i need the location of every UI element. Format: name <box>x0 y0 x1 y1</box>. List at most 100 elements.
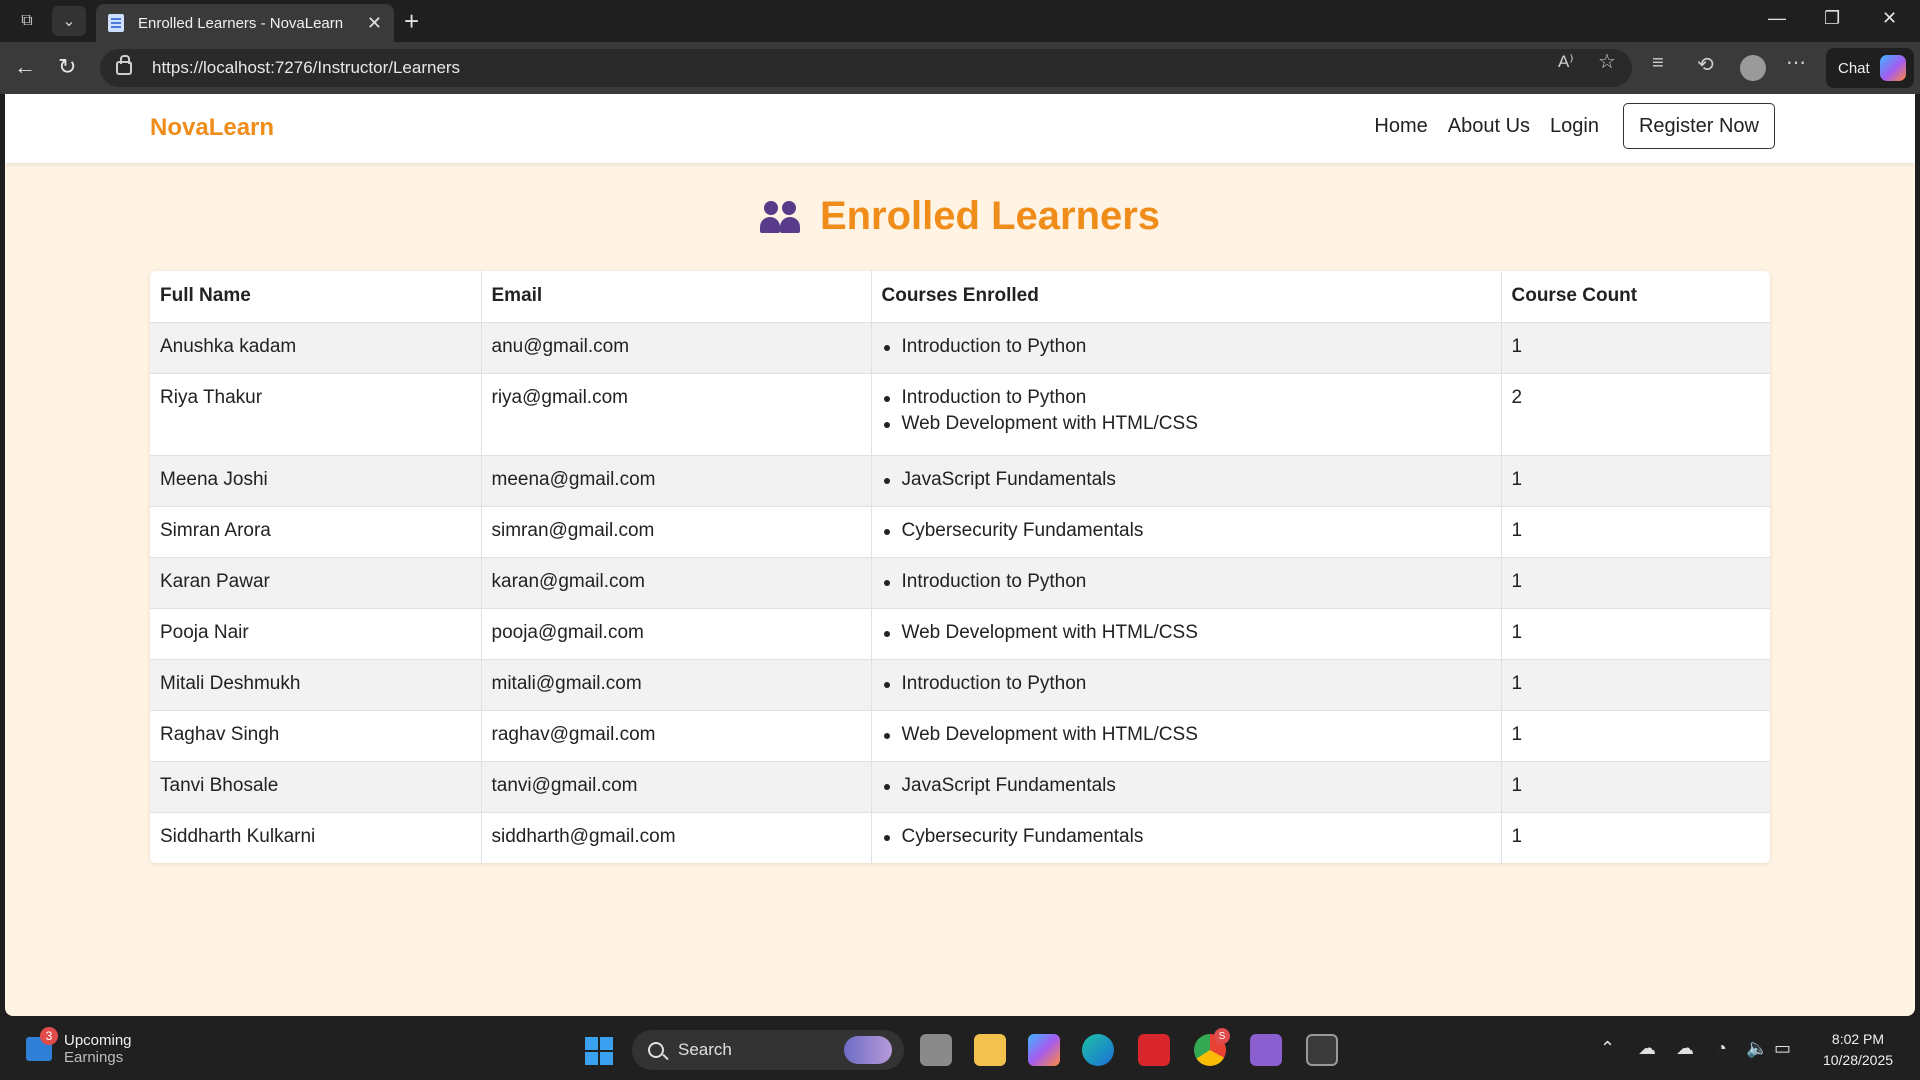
learner-courses-cell: Web Development with HTML/CSS <box>870 607 1501 659</box>
read-aloud-icon[interactable]: A⁾ <box>1558 52 1574 72</box>
learner-email-cell: simran@gmail.com <box>480 505 871 557</box>
clock-time: 8:02 PM <box>1831 1031 1885 1047</box>
window-close-icon[interactable]: ✕ <box>1882 8 1897 29</box>
profile-avatar[interactable] <box>1740 55 1766 81</box>
course-list-item: Introduction to Python <box>882 332 1491 362</box>
learner-email-cell: raghav@gmail.com <box>480 709 871 761</box>
tab-title: Enrolled Learners - NovaLearn <box>138 14 344 32</box>
table-row: Siddharth Kulkarni siddharth@gmail.com Cyb… <box>150 811 1770 863</box>
wps-office-icon[interactable] <box>1138 1034 1170 1066</box>
course-count-cell: 1 <box>1500 454 1770 506</box>
edge-icon[interactable] <box>1082 1034 1114 1066</box>
address-toolbar: ← ↻ https://localhost:7276/Instructor/Le… <box>0 42 1920 94</box>
copilot-icon <box>1879 55 1906 81</box>
workspaces-icon[interactable]: ⧉ <box>10 6 44 36</box>
table-row: Mitali Deshmukh mitali@gmail.com Introduct… <box>150 658 1770 710</box>
favorite-star-icon[interactable]: ☆ <box>1598 49 1616 74</box>
course-count-cell: 1 <box>1500 709 1770 761</box>
battery-icon[interactable]: ▭ <box>1774 1038 1791 1059</box>
widget-badge: 3 <box>40 1027 58 1045</box>
widget-title: Upcoming <box>64 1032 132 1049</box>
search-label: Search <box>678 1040 732 1059</box>
table-row: Karan Pawar karan@gmail.com Introduction t… <box>150 556 1770 608</box>
back-icon[interactable]: ← <box>14 54 36 80</box>
copilot-app-icon[interactable] <box>1028 1034 1060 1066</box>
file-explorer-icon[interactable] <box>974 1034 1006 1066</box>
learner-name-cell: Riya Thakur <box>150 372 481 455</box>
favorites-icon[interactable]: ≡ <box>1652 52 1664 75</box>
address-input[interactable]: https://localhost:7276/Instructor/Learne… <box>100 49 1632 87</box>
tab-list-chevron-icon[interactable]: ⌄ <box>52 6 86 36</box>
more-options-icon[interactable]: ⋯ <box>1786 50 1806 75</box>
refresh-icon[interactable]: ↻ <box>58 54 76 80</box>
course-list: Web Development with HTML/CSS <box>882 618 1491 648</box>
learners-table-container: Full Name Email Courses Enrolled Course … <box>150 271 1770 863</box>
widgets-button[interactable]: 3 Upcoming Earnings <box>26 1027 132 1066</box>
chart-widget-icon: 3 <box>26 1027 58 1061</box>
browser-tab-bar: ⧉ ⌄ Enrolled Learners - NovaLearn ✕ + — … <box>0 0 1920 42</box>
volume-icon[interactable]: 🔈 <box>1746 1038 1768 1059</box>
nav-home[interactable]: Home <box>1374 115 1427 138</box>
new-tab-icon[interactable]: + <box>404 8 419 34</box>
cloud-sync-icon[interactable]: ☁ <box>1676 1038 1694 1059</box>
course-count-cell: 1 <box>1500 760 1770 812</box>
course-list: Cybersecurity Fundamentals <box>882 822 1491 852</box>
chrome-profile-badge: S <box>1214 1028 1230 1044</box>
taskbar-search[interactable]: Search <box>632 1030 904 1070</box>
chrome-icon[interactable]: S <box>1194 1028 1230 1066</box>
copilot-chat-button[interactable]: Chat <box>1826 48 1914 88</box>
course-count-cell: 1 <box>1500 658 1770 710</box>
nav-login[interactable]: Login <box>1550 115 1599 138</box>
history-icon[interactable]: ⟲ <box>1697 52 1714 77</box>
learner-courses-cell: JavaScript Fundamentals <box>870 760 1501 812</box>
search-icon <box>648 1042 664 1058</box>
course-list-item: Web Development with HTML/CSS <box>882 409 1491 439</box>
table-row: Meena Joshi meena@gmail.com JavaScript Fun… <box>150 454 1770 506</box>
wifi-icon[interactable]: ◔ <box>1716 1038 1727 1059</box>
close-tab-icon[interactable]: ✕ <box>367 13 382 34</box>
terminal-icon[interactable] <box>1306 1034 1338 1066</box>
page-title: Enrolled Learners <box>819 194 1161 238</box>
system-clock[interactable]: 8:02 PM 10/28/2025 <box>1816 1029 1900 1071</box>
course-list-item: Cybersecurity Fundamentals <box>882 516 1491 546</box>
lock-icon[interactable] <box>116 55 132 75</box>
restore-icon[interactable]: ❐ <box>1824 8 1840 29</box>
minimize-icon[interactable]: — <box>1768 8 1786 29</box>
learner-email-cell: riya@gmail.com <box>480 372 871 455</box>
learner-courses-cell: Web Development with HTML/CSS <box>870 709 1501 761</box>
learner-name-cell: Anushka kadam <box>150 321 481 373</box>
start-windows-icon[interactable] <box>585 1037 613 1065</box>
course-list: Introduction to Python <box>882 332 1491 362</box>
url-text: https://localhost:7276/Instructor/Learne… <box>152 58 461 77</box>
widget-subtitle: Earnings <box>64 1049 124 1066</box>
course-list-item: Introduction to Python <box>882 567 1491 597</box>
table-row: Raghav Singh raghav@gmail.com Web Developm… <box>150 709 1770 761</box>
onedrive-icon[interactable]: ☁ <box>1638 1038 1656 1059</box>
visual-studio-icon[interactable] <box>1250 1034 1282 1066</box>
course-list-item: Web Development with HTML/CSS <box>882 720 1491 750</box>
course-list-item: Web Development with HTML/CSS <box>882 618 1491 648</box>
learner-email-cell: mitali@gmail.com <box>480 658 871 710</box>
course-count-cell: 1 <box>1500 321 1770 373</box>
learner-courses-cell: Introduction to Python <box>870 321 1501 373</box>
learner-courses-cell: Cybersecurity Fundamentals <box>870 811 1501 863</box>
course-list-item: Introduction to Python <box>882 669 1491 699</box>
tab-active[interactable]: Enrolled Learners - NovaLearn ✕ <box>96 4 394 42</box>
task-view-icon[interactable] <box>920 1034 952 1066</box>
course-list: Introduction to Python Web Development wi… <box>882 383 1491 439</box>
show-hidden-icons-chevron-icon[interactable]: ⌃ <box>1600 1038 1615 1059</box>
register-now-button[interactable]: Register Now <box>1622 103 1775 149</box>
course-list: Introduction to Python <box>882 567 1491 597</box>
learner-name-cell: Simran Arora <box>150 505 481 557</box>
course-list: Introduction to Python <box>882 669 1491 699</box>
course-count-cell: 1 <box>1500 607 1770 659</box>
nav-about[interactable]: About Us <box>1448 115 1530 138</box>
learner-name-cell: Tanvi Bhosale <box>150 760 481 812</box>
clock-date: 10/28/2025 <box>1822 1052 1894 1068</box>
learner-name-cell: Karan Pawar <box>150 556 481 608</box>
site-navbar: NovaLearn Home About Us Login Register N… <box>5 94 1915 163</box>
page-heading: Enrolled Learners <box>5 194 1915 239</box>
brand-logo[interactable]: NovaLearn <box>150 114 274 142</box>
learner-name-cell: Raghav Singh <box>150 709 481 761</box>
learner-name-cell: Mitali Deshmukh <box>150 658 481 710</box>
